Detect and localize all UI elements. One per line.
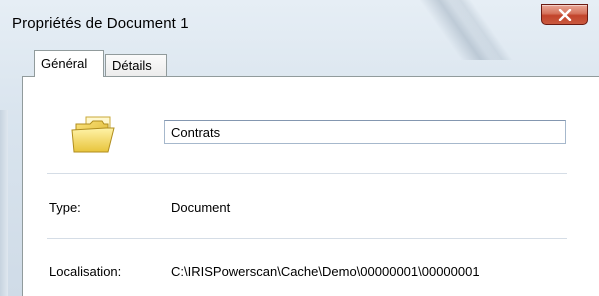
properties-dialog: Propriétés de Document 1 Général Détails: [0, 0, 599, 296]
type-value: Document: [171, 200, 231, 215]
tab-details-label: Détails: [112, 58, 152, 73]
close-button[interactable]: [541, 4, 588, 25]
tab-details[interactable]: Détails: [105, 54, 167, 76]
tab-general-label: Général: [41, 56, 88, 71]
separator: [47, 238, 567, 239]
general-panel: Contrats Type: Document Localisation: C:…: [22, 76, 599, 296]
separator: [47, 173, 567, 174]
close-icon: [558, 8, 571, 21]
location-label: Localisation:: [49, 264, 122, 279]
tab-general[interactable]: Général: [34, 50, 104, 77]
title-bar[interactable]: Propriétés de Document 1: [0, 0, 599, 44]
name-field[interactable]: Contrats: [164, 120, 566, 144]
type-label: Type:: [49, 200, 81, 215]
location-value: C:\IRISPowerscan\Cache\Demo\00000001\000…: [171, 264, 480, 279]
tab-strip: Général Détails: [22, 50, 599, 77]
window-border: [0, 110, 8, 296]
folder-icon: [71, 116, 115, 153]
window-title: Propriétés de Document 1: [12, 15, 189, 32]
